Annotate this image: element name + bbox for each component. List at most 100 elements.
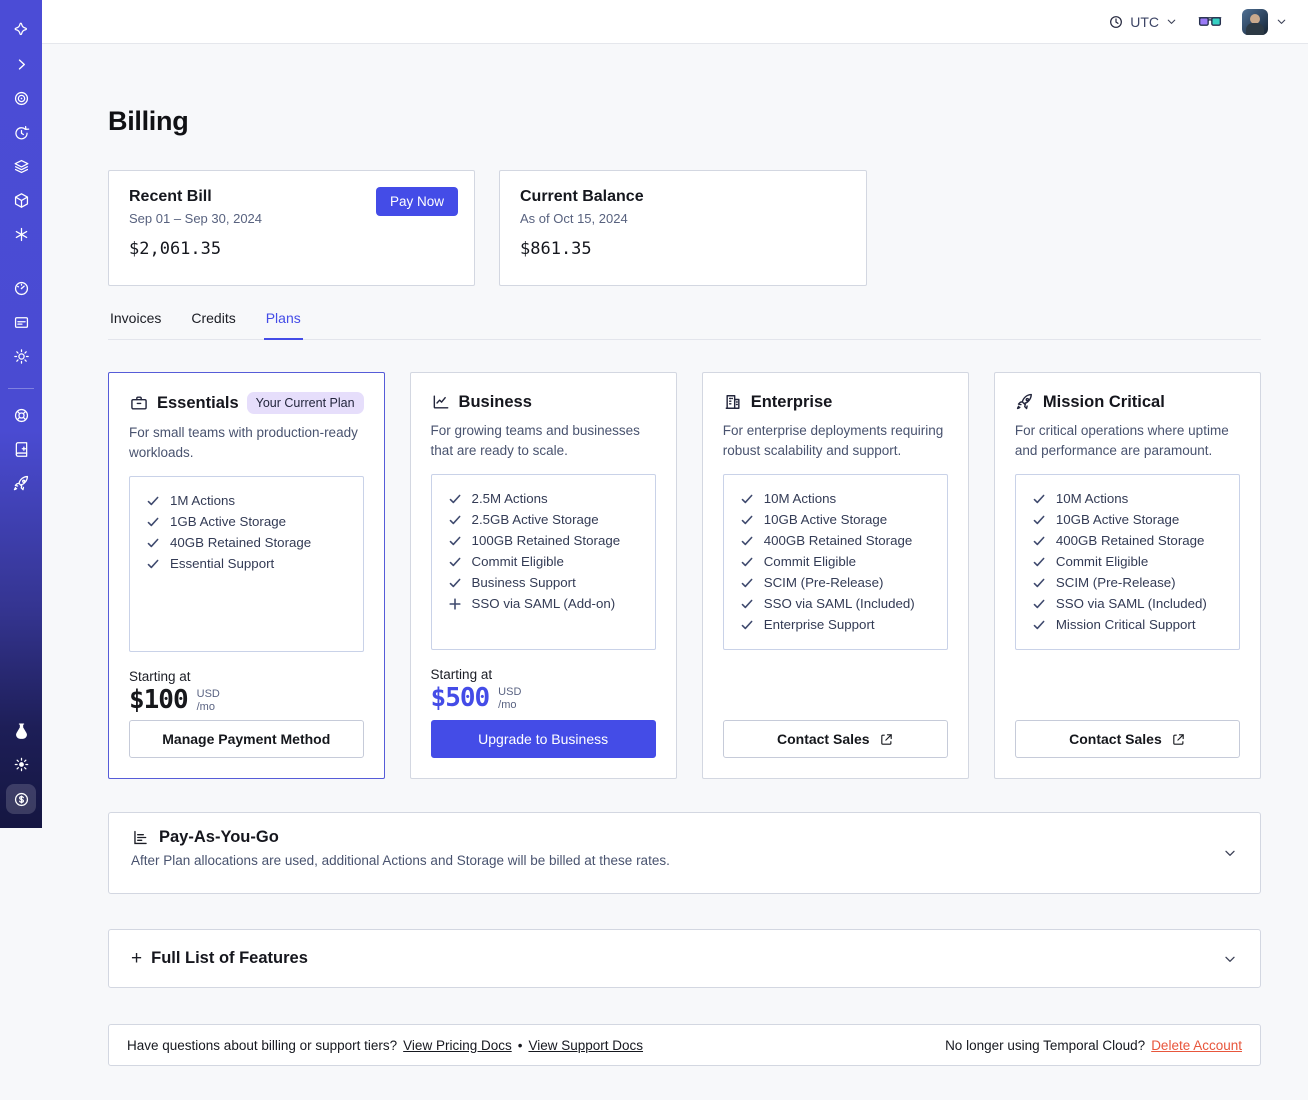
check-icon bbox=[740, 492, 754, 506]
sidebar-item-theme[interactable] bbox=[7, 750, 35, 778]
plan-feature: 10M Actions bbox=[740, 488, 931, 509]
sidebar-item-namespaces[interactable] bbox=[7, 84, 35, 112]
sidebar-item-usage[interactable] bbox=[7, 274, 35, 302]
plan-card-essentials: Essentials Your Current Plan For small t… bbox=[108, 372, 385, 779]
rocket-icon bbox=[13, 475, 28, 490]
plan-feature: SSO via SAML (Included) bbox=[1032, 593, 1223, 614]
sidebar-item-home[interactable] bbox=[7, 16, 35, 44]
settings-gear-icon bbox=[13, 348, 29, 364]
plan-feature: 40GB Retained Storage bbox=[146, 532, 347, 553]
check-icon bbox=[740, 576, 754, 590]
check-icon bbox=[740, 555, 754, 569]
plan-feature: Commit Eligible bbox=[1032, 551, 1223, 572]
sidebar-item-settings[interactable] bbox=[7, 342, 35, 370]
tab-credits[interactable]: Credits bbox=[189, 310, 237, 340]
plan-price: $100 USD /mo bbox=[129, 685, 364, 715]
check-icon bbox=[448, 576, 462, 590]
plan-feature: 2.5GB Active Storage bbox=[448, 509, 639, 530]
plan-feature: 100GB Retained Storage bbox=[448, 530, 639, 551]
contact-sales-button[interactable]: Contact Sales bbox=[1014, 720, 1241, 758]
sidebar-item-lab[interactable] bbox=[7, 716, 35, 744]
plan-description: For growing teams and businesses that ar… bbox=[430, 423, 640, 458]
manage-payment-method-button[interactable]: Manage Payment Method bbox=[129, 720, 364, 758]
pay-now-button[interactable]: Pay Now bbox=[375, 187, 458, 216]
plan-card-enterprise: Enterprise For enterprise deployments re… bbox=[701, 372, 969, 779]
plan-feature: Commit Eligible bbox=[448, 551, 639, 572]
feedback-glasses-button[interactable] bbox=[1198, 14, 1222, 29]
sidebar-item-getting-started[interactable] bbox=[7, 469, 35, 497]
plan-feature: Enterprise Support bbox=[740, 614, 931, 635]
price-unit: USD /mo bbox=[498, 686, 522, 712]
plan-name: Essentials bbox=[157, 393, 239, 412]
timezone-selector[interactable]: UTC bbox=[1108, 14, 1178, 30]
check-icon bbox=[146, 536, 160, 550]
footer-delete-area: No longer using Temporal Cloud? Delete A… bbox=[945, 1038, 1242, 1053]
sidebar-item-deployments[interactable] bbox=[7, 186, 35, 214]
plan-title-row: Mission Critical bbox=[1015, 392, 1240, 412]
recent-bill-amount: $2,061.35 bbox=[129, 239, 222, 259]
docs-book-icon bbox=[15, 441, 27, 457]
plan-description: For critical operations where uptime and… bbox=[1014, 423, 1229, 458]
clock-icon bbox=[1110, 15, 1123, 28]
check-icon bbox=[740, 597, 754, 611]
sidebar-item-invoices[interactable] bbox=[7, 308, 35, 336]
account-menu[interactable] bbox=[1242, 8, 1288, 35]
plus-icon: + bbox=[131, 947, 143, 969]
plan-price: $500 USD /mo bbox=[431, 683, 656, 713]
rates-chart-icon bbox=[134, 830, 147, 845]
check-icon bbox=[448, 492, 462, 506]
plan-feature-list: 2.5M Actions 2.5GB Active Storage 100GB Re… bbox=[430, 474, 656, 651]
usage-gauge-icon bbox=[14, 281, 28, 295]
plan-feature: SCIM (Pre-Release) bbox=[740, 572, 931, 593]
footer-question: Have questions about billing or support … bbox=[127, 1037, 398, 1053]
rocket-icon bbox=[1015, 392, 1035, 412]
full-features-expand-button[interactable] bbox=[1220, 949, 1240, 969]
chart-line-icon bbox=[431, 392, 451, 412]
footer-right-question: No longer using Temporal Cloud? bbox=[945, 1037, 1146, 1053]
plan-title-row: Enterprise bbox=[723, 392, 948, 412]
cube-icon bbox=[14, 192, 28, 208]
price-amount: $500 bbox=[430, 683, 491, 714]
plan-name: Mission Critical bbox=[1042, 392, 1165, 411]
tab-plans[interactable]: Plans bbox=[263, 310, 303, 340]
external-link-icon bbox=[879, 732, 894, 747]
sidebar bbox=[0, 0, 42, 828]
sun-icon bbox=[14, 757, 28, 771]
plan-card-mission-critical: Mission Critical For critical operations… bbox=[993, 372, 1262, 779]
billing-summary-row: Recent Bill Sep 01 – Sep 30, 2024 $2,061… bbox=[108, 170, 1261, 286]
check-icon bbox=[1032, 534, 1046, 548]
upgrade-to-business-button[interactable]: Upgrade to Business bbox=[430, 720, 656, 758]
lab-flask-icon bbox=[15, 722, 27, 739]
plan-feature-list: 10M Actions 10GB Active Storage 400GB Reta… bbox=[1014, 474, 1241, 651]
sidebar-item-docs[interactable] bbox=[7, 435, 35, 463]
current-balance-card: Current Balance As of Oct 15, 2024 $861.… bbox=[499, 170, 867, 286]
plan-feature: 1GB Active Storage bbox=[146, 511, 347, 532]
payg-expand-button[interactable] bbox=[1220, 843, 1240, 863]
sidebar-item-support[interactable] bbox=[7, 401, 35, 429]
sidebar-item-expand[interactable] bbox=[7, 50, 35, 78]
temporal-logo bbox=[14, 22, 27, 35]
plan-card-business: Business For growing teams and businesse… bbox=[409, 372, 677, 779]
external-link-icon bbox=[1171, 732, 1186, 747]
page-title: Billing bbox=[108, 106, 189, 136]
plan-feature: Essential Support bbox=[146, 553, 347, 574]
tab-invoices[interactable]: Invoices bbox=[108, 310, 163, 340]
starting-at-label: Starting at bbox=[430, 667, 493, 683]
recent-bill-card: Recent Bill Sep 01 – Sep 30, 2024 $2,061… bbox=[108, 170, 475, 286]
sidebar-item-layers[interactable] bbox=[7, 152, 35, 180]
contact-sales-button[interactable]: Contact Sales bbox=[722, 720, 948, 758]
delete-account-link[interactable]: Delete Account bbox=[1151, 1038, 1242, 1053]
billing-tabs: Invoices Credits Plans bbox=[108, 310, 1261, 340]
payg-title: Pay-As-You-Go bbox=[159, 828, 279, 846]
plan-feature: 400GB Retained Storage bbox=[1032, 530, 1223, 551]
sidebar-item-nexus[interactable] bbox=[7, 220, 35, 248]
plan-feature: 400GB Retained Storage bbox=[740, 530, 931, 551]
view-support-docs-link[interactable]: View Support Docs bbox=[528, 1038, 643, 1053]
sidebar-divider bbox=[8, 388, 34, 389]
view-pricing-docs-link[interactable]: View Pricing Docs bbox=[403, 1038, 512, 1053]
check-icon bbox=[146, 515, 160, 529]
sidebar-item-schedules[interactable] bbox=[7, 118, 35, 146]
check-icon bbox=[1032, 513, 1046, 527]
plan-name: Business bbox=[458, 392, 532, 411]
sidebar-item-billing[interactable] bbox=[6, 784, 36, 814]
